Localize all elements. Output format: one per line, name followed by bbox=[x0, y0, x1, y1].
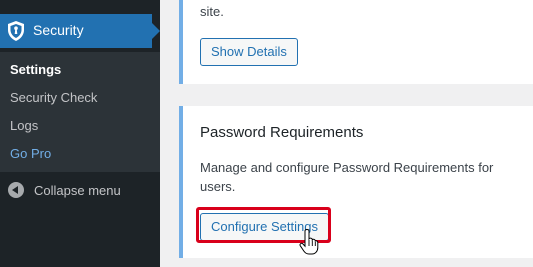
submenu-item-settings[interactable]: Settings bbox=[10, 62, 61, 77]
admin-sidebar: Security Settings Security Check Logs Go… bbox=[0, 0, 160, 267]
show-details-button[interactable]: Show Details bbox=[200, 38, 298, 66]
menu-item-security-label: Security bbox=[33, 22, 84, 38]
card-description-line1: Manage and configure Password Requiremen… bbox=[200, 160, 494, 175]
current-menu-arrow bbox=[152, 23, 160, 39]
collapse-arrow-icon bbox=[8, 182, 24, 198]
collapse-menu-label: Collapse menu bbox=[34, 183, 121, 198]
card-title: Password Requirements bbox=[200, 124, 364, 141]
card-top-text: site. bbox=[200, 4, 224, 19]
submenu-item-security-check[interactable]: Security Check bbox=[10, 90, 97, 105]
security-submenu: Settings Security Check Logs Go Pro bbox=[0, 52, 160, 172]
submenu-item-logs[interactable]: Logs bbox=[10, 118, 38, 133]
password-requirements-card: Password Requirements Manage and configu… bbox=[179, 106, 533, 258]
hand-pointer-icon bbox=[299, 229, 319, 255]
menu-item-security[interactable]: Security bbox=[0, 14, 160, 48]
card-description-line2: users. bbox=[200, 179, 236, 194]
shield-icon bbox=[8, 21, 24, 41]
feature-card-top: site. Show Details bbox=[179, 0, 533, 84]
submenu-item-go-pro[interactable]: Go Pro bbox=[10, 146, 51, 161]
collapse-menu-button[interactable]: Collapse menu bbox=[0, 178, 160, 204]
